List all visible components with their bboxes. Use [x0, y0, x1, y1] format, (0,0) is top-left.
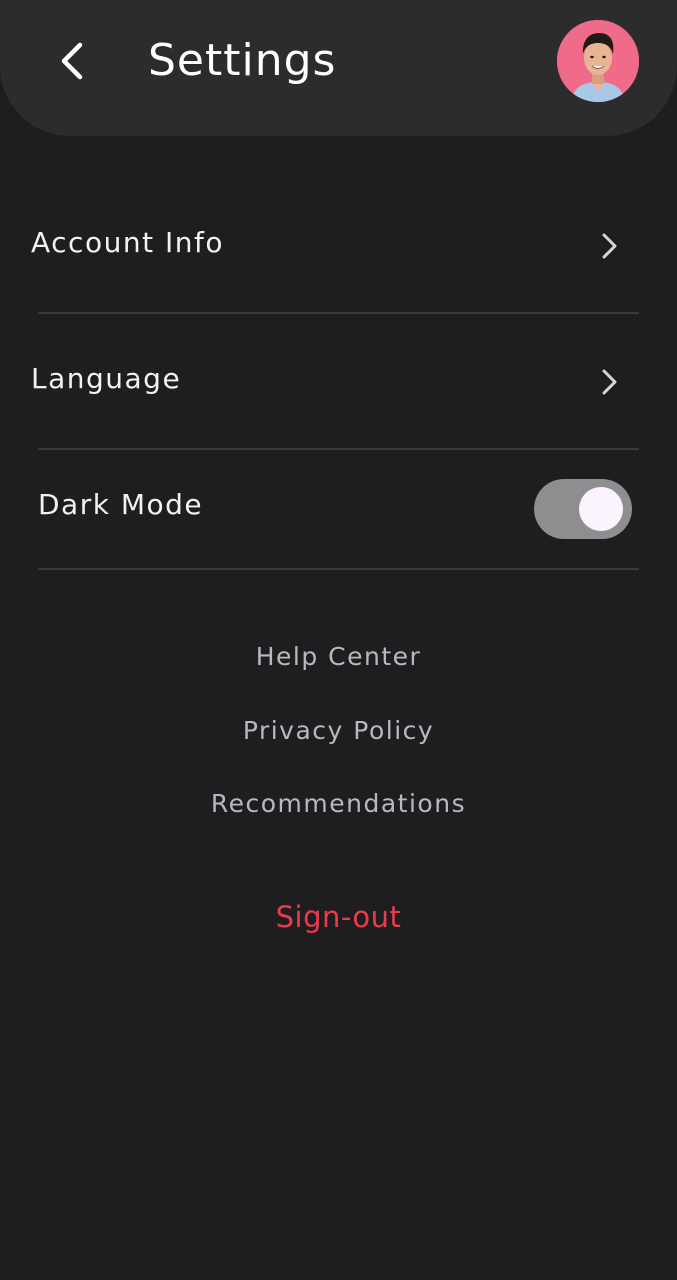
- settings-item-label: Language: [31, 362, 182, 395]
- divider: [38, 568, 639, 570]
- profile-avatar[interactable]: [557, 20, 639, 102]
- sign-out-button[interactable]: Sign-out: [0, 900, 677, 934]
- divider: [38, 448, 639, 450]
- settings-item-language[interactable]: Language: [0, 342, 677, 422]
- chevron-right-icon: [602, 369, 617, 395]
- back-button[interactable]: [50, 36, 94, 86]
- divider: [38, 312, 639, 314]
- chevron-right-icon: [602, 233, 617, 259]
- settings-item-label: Account Info: [31, 226, 224, 259]
- help-center-link[interactable]: Help Center: [0, 642, 677, 671]
- settings-item-account-info[interactable]: Account Info: [0, 206, 677, 286]
- settings-item-label: Dark Mode: [38, 488, 204, 521]
- recommendations-link[interactable]: Recommendations: [0, 789, 677, 818]
- toggle-knob: [579, 487, 623, 531]
- avatar-image: [557, 20, 639, 102]
- dark-mode-toggle[interactable]: [534, 479, 632, 539]
- privacy-policy-link[interactable]: Privacy Policy: [0, 716, 677, 745]
- page-title: Settings: [148, 35, 337, 86]
- chevron-left-icon: [61, 42, 83, 80]
- app-header: Settings: [0, 0, 677, 136]
